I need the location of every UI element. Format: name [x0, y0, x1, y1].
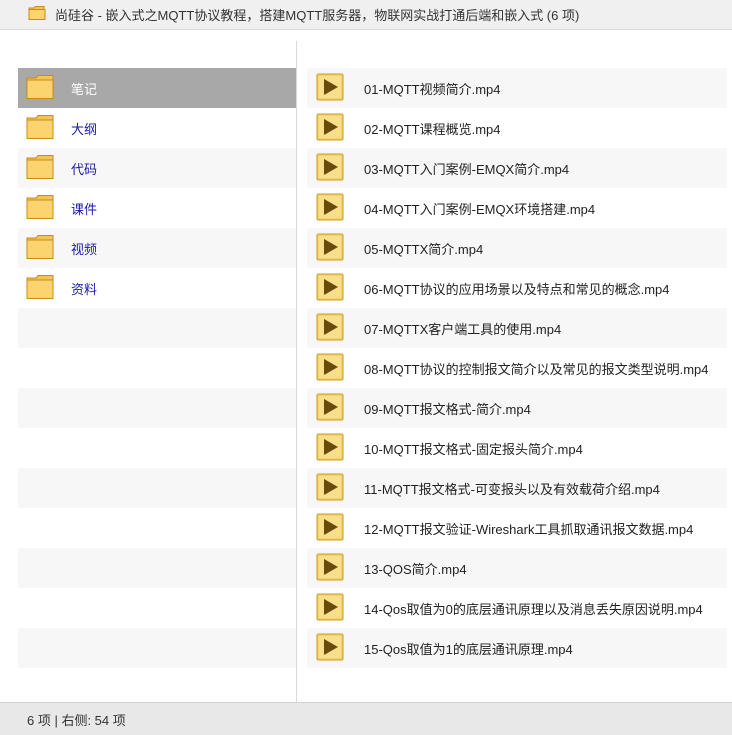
folder-icon	[26, 194, 54, 223]
video-file-icon	[316, 393, 344, 424]
folder-item-label: 视频	[71, 241, 98, 257]
file-name: 07-MQTTX客户端工具的使用.mp4	[364, 321, 562, 337]
video-file-item[interactable]: 02-MQTT课程概览.mp4	[307, 108, 727, 148]
video-file-icon	[316, 633, 344, 664]
video-file-icon	[316, 113, 344, 144]
folder-item[interactable]: 视频	[18, 228, 296, 268]
folder-item-label: 代码	[71, 161, 98, 177]
video-file-item[interactable]: 05-MQTTX简介.mp4	[307, 228, 727, 268]
row-stripe	[18, 628, 296, 668]
folder-item[interactable]: 笔记	[18, 68, 296, 108]
file-name: 09-MQTT报文格式-简介.mp4	[364, 401, 531, 417]
video-file-icon	[316, 193, 344, 224]
folder-icon	[28, 5, 46, 24]
video-file-item[interactable]: 06-MQTT协议的应用场景以及特点和常见的概念.mp4	[307, 268, 727, 308]
file-name: 11-MQTT报文格式-可变报头以及有效载荷介绍.mp4	[364, 481, 660, 497]
title-bar: 尚硅谷 - 嵌入式之MQTT协议教程，搭建MQTT服务器，物联网实战打通后端和嵌…	[0, 0, 732, 30]
folder-icon	[26, 154, 54, 183]
folder-item-label: 课件	[71, 201, 98, 217]
status-bar: 6 项 | 右侧: 54 项	[0, 702, 732, 735]
file-name: 13-QOS简介.mp4	[364, 561, 467, 577]
folder-item[interactable]: 代码	[18, 148, 296, 188]
video-file-item[interactable]: 11-MQTT报文格式-可变报头以及有效载荷介绍.mp4	[307, 468, 727, 508]
video-file-item[interactable]: 01-MQTT视频简介.mp4	[307, 68, 727, 108]
video-file-icon	[316, 433, 344, 464]
window-title: 尚硅谷 - 嵌入式之MQTT协议教程，搭建MQTT服务器，物联网实战打通后端和嵌…	[55, 8, 580, 23]
file-name: 04-MQTT入门案例-EMQX环境搭建.mp4	[364, 201, 596, 217]
video-file-icon	[316, 313, 344, 344]
file-name: 06-MQTT协议的应用场景以及特点和常见的概念.mp4	[364, 281, 670, 297]
video-file-item[interactable]: 15-Qos取值为1的底层通讯原理.mp4	[307, 628, 727, 668]
video-file-icon	[316, 73, 344, 104]
row-stripe	[18, 468, 296, 508]
file-name: 01-MQTT视频简介.mp4	[364, 81, 501, 97]
video-file-item[interactable]: 03-MQTT入门案例-EMQX简介.mp4	[307, 148, 727, 188]
video-file-icon	[316, 353, 344, 384]
video-file-icon	[316, 593, 344, 624]
folder-item[interactable]: 大纲	[18, 108, 296, 148]
folder-item[interactable]: 课件	[18, 188, 296, 228]
video-file-icon	[316, 513, 344, 544]
video-file-item[interactable]: 09-MQTT报文格式-简介.mp4	[307, 388, 727, 428]
folder-icon	[26, 274, 54, 303]
folder-icon	[26, 234, 54, 263]
folder-item-label: 笔记	[71, 81, 98, 97]
video-file-item[interactable]: 13-QOS简介.mp4	[307, 548, 727, 588]
folder-item-label: 大纲	[71, 121, 98, 137]
folder-icon	[26, 74, 54, 103]
file-name: 15-Qos取值为1的底层通讯原理.mp4	[364, 641, 573, 657]
file-name: 02-MQTT课程概览.mp4	[364, 121, 501, 137]
video-file-icon	[316, 273, 344, 304]
file-name: 12-MQTT报文验证-Wireshark工具抓取通讯报文数据.mp4	[364, 521, 694, 537]
status-text: 6 项 | 右侧: 54 项	[27, 712, 126, 728]
video-file-icon	[316, 473, 344, 504]
file-name: 08-MQTT协议的控制报文简介以及常见的报文类型说明.mp4	[364, 361, 709, 377]
row-stripe	[18, 308, 296, 348]
folder-item[interactable]: 资料	[18, 268, 296, 308]
video-file-item[interactable]: 14-Qos取值为0的底层通讯原理以及消息丢失原因说明.mp4	[307, 588, 727, 628]
file-name: 05-MQTTX简介.mp4	[364, 241, 484, 257]
file-name: 14-Qos取值为0的底层通讯原理以及消息丢失原因说明.mp4	[364, 601, 703, 617]
folder-icon	[26, 114, 54, 143]
row-stripe	[18, 548, 296, 588]
video-file-icon	[316, 153, 344, 184]
video-file-item[interactable]: 08-MQTT协议的控制报文简介以及常见的报文类型说明.mp4	[307, 348, 727, 388]
video-file-icon	[316, 233, 344, 264]
video-file-item[interactable]: 10-MQTT报文格式-固定报头简介.mp4	[307, 428, 727, 468]
video-file-item[interactable]: 07-MQTTX客户端工具的使用.mp4	[307, 308, 727, 348]
video-file-item[interactable]: 04-MQTT入门案例-EMQX环境搭建.mp4	[307, 188, 727, 228]
video-file-item[interactable]: 12-MQTT报文验证-Wireshark工具抓取通讯报文数据.mp4	[307, 508, 727, 548]
folder-item-label: 资料	[71, 281, 98, 297]
file-name: 03-MQTT入门案例-EMQX简介.mp4	[364, 161, 570, 177]
file-name: 10-MQTT报文格式-固定报头简介.mp4	[364, 441, 583, 457]
video-file-icon	[316, 553, 344, 584]
row-stripe	[18, 388, 296, 428]
